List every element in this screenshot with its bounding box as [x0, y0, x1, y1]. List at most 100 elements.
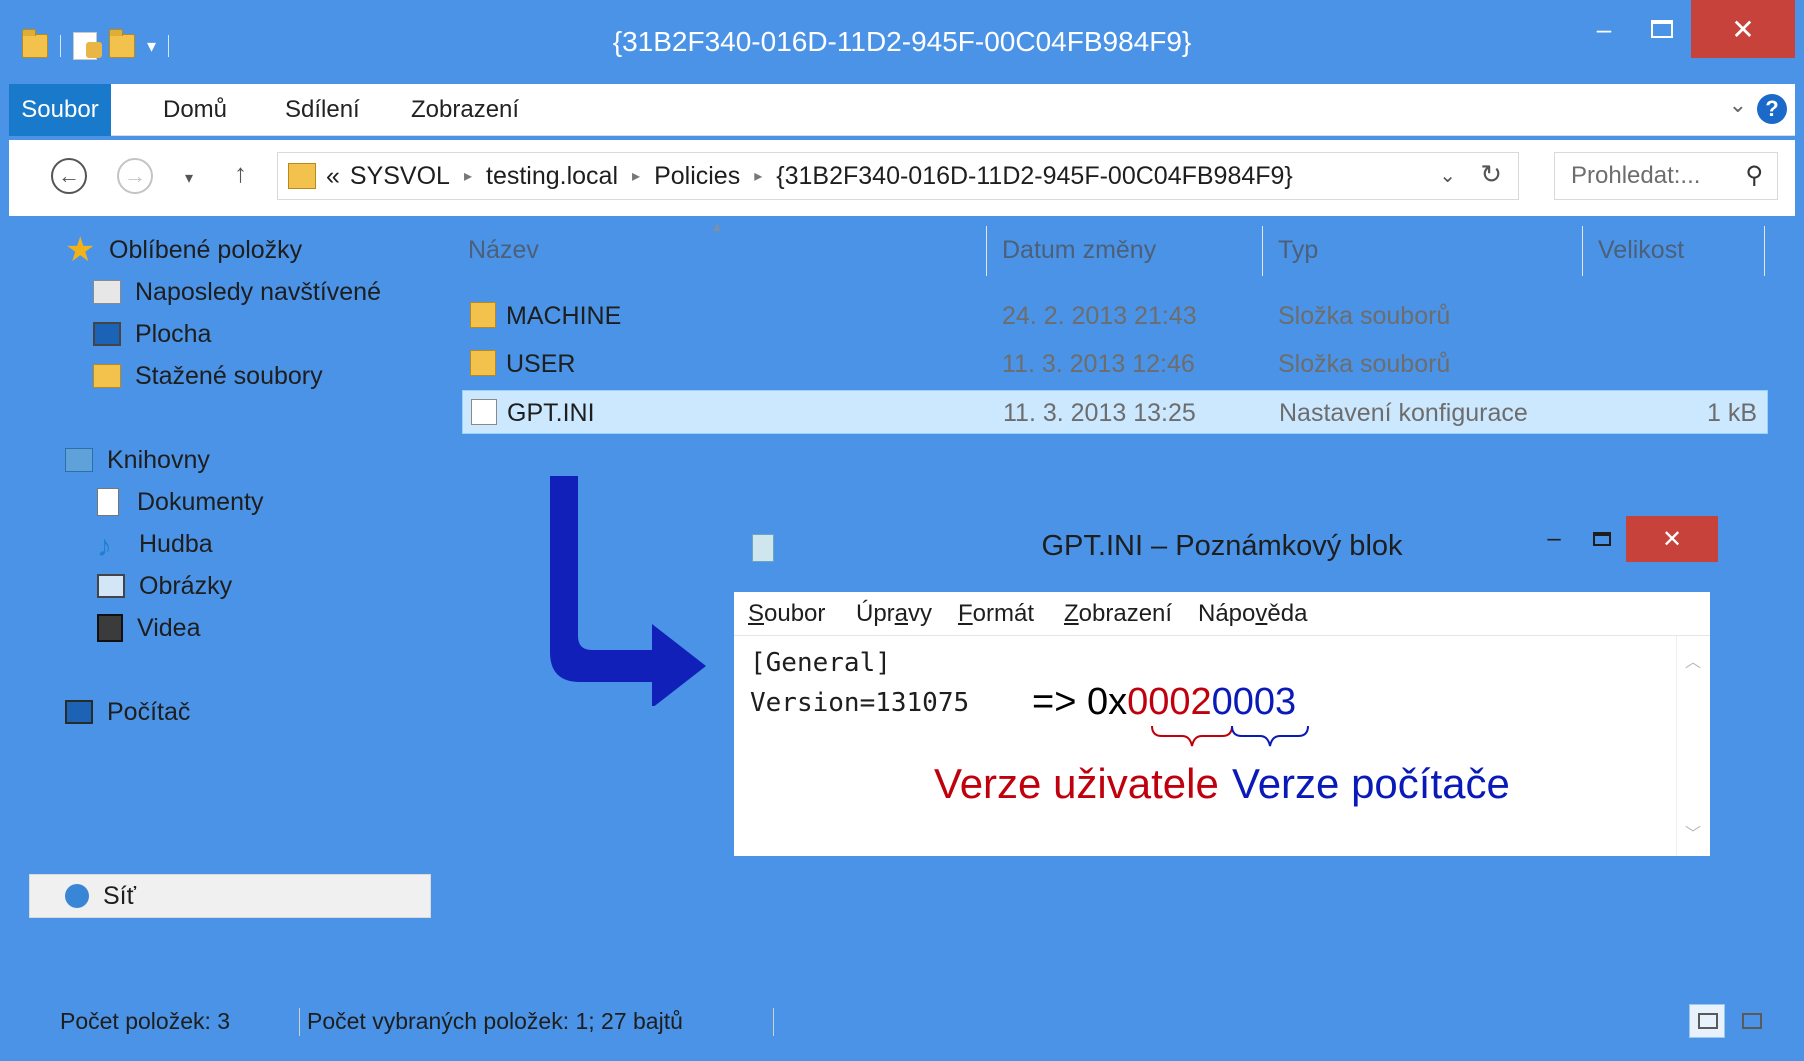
window-title: {31B2F340-016D-11D2-945F-00C04FB984F9} — [612, 26, 1192, 57]
folder-icon — [470, 350, 496, 376]
ribbon-tabs: Soubor Domů Sdílení Zobrazení ⌄ ? — [9, 84, 1795, 136]
menu-file[interactable]: Soubor — [748, 600, 825, 628]
item-count: Počet položek: 3 — [60, 1008, 231, 1034]
column-header-size[interactable]: Velikost — [1598, 236, 1684, 265]
star-icon: ★ — [65, 231, 96, 269]
column-header-name[interactable]: Název — [468, 236, 539, 265]
breadcrumb-policies[interactable]: Policies — [654, 162, 740, 191]
search-input[interactable]: Prohledat:... ⚲ — [1554, 152, 1778, 200]
address-dropdown-icon[interactable]: ⌄ — [1439, 163, 1456, 188]
column-divider[interactable] — [1582, 226, 1583, 276]
breadcrumb-sysvol[interactable]: SYSVOL — [350, 162, 450, 191]
close-button[interactable]: ✕ — [1691, 0, 1795, 58]
table-row[interactable]: MACHINE 24. 2. 2013 21:43 Složka souborů — [462, 294, 1768, 338]
file-size: 1 kB — [1706, 399, 1757, 427]
computer-icon — [65, 700, 93, 724]
overlay-arrow-icon — [550, 476, 706, 706]
vertical-scrollbar[interactable]: ︿ ﹀ — [1676, 636, 1710, 856]
nav-label: Hudba — [139, 529, 213, 558]
window-controls: – ✕ — [1575, 0, 1795, 58]
nav-recent-places[interactable]: Naposledy navštívené — [93, 272, 381, 312]
sort-ascending-icon: ▲ — [710, 218, 724, 234]
column-divider[interactable] — [1764, 226, 1765, 276]
table-row[interactable]: USER 11. 3. 2013 12:46 Složka souborů — [462, 342, 1768, 386]
notepad-close-button[interactable]: ✕ — [1626, 516, 1718, 562]
search-icon[interactable]: ⚲ — [1745, 161, 1763, 190]
back-button[interactable]: ← — [51, 158, 87, 194]
chevron-right-icon[interactable]: ▸ — [754, 166, 762, 186]
file-date: 24. 2. 2013 21:43 — [1002, 302, 1197, 330]
menu-format[interactable]: Formát — [958, 600, 1034, 628]
minimize-button[interactable]: – — [1575, 0, 1633, 58]
details-view-icon — [1698, 1013, 1718, 1029]
menu-view[interactable]: Zobrazení — [1064, 600, 1172, 628]
column-divider[interactable] — [1262, 226, 1263, 276]
nav-network[interactable]: Síť — [65, 876, 136, 916]
table-row-selected[interactable]: GPT.INI 11. 3. 2013 13:25 Nastavení konf… — [462, 390, 1768, 434]
breadcrumb-testing-local[interactable]: testing.local — [486, 162, 618, 191]
column-header-type[interactable]: Typ — [1278, 236, 1318, 265]
tab-file[interactable]: Soubor — [9, 84, 111, 136]
details-view-button[interactable] — [1689, 1004, 1725, 1038]
column-header-date[interactable]: Datum změny — [1002, 236, 1156, 265]
nav-favorites[interactable]: ★ Oblíbené položky — [65, 230, 302, 270]
forward-button[interactable]: → — [117, 158, 153, 194]
expand-ribbon-icon[interactable]: ⌄ — [1729, 92, 1747, 118]
notepad-maximize-button[interactable] — [1578, 516, 1626, 562]
refresh-icon[interactable]: ↻ — [1480, 159, 1502, 190]
column-divider[interactable] — [986, 226, 987, 276]
nav-computer[interactable]: Počítač — [65, 692, 190, 732]
nav-label: Síť — [103, 881, 136, 910]
tab-share[interactable]: Sdílení — [285, 96, 360, 124]
scroll-up-icon[interactable]: ︿ — [1685, 648, 1701, 672]
notepad-window: GPT.INI – Poznámkový blok – ✕ Soubor Úpr… — [716, 516, 1728, 870]
computer-version-brace — [1231, 725, 1309, 747]
menu-label: Úpr — [856, 600, 895, 627]
text-line: Version=131075 — [750, 688, 970, 718]
notepad-minimize-button[interactable]: – — [1530, 516, 1578, 562]
nav-downloads[interactable]: Stažené soubory — [93, 356, 323, 396]
computer-version-label: Verze počítače — [1232, 760, 1510, 807]
user-version-brace — [1151, 725, 1233, 747]
breadcrumb-guid-folder[interactable]: {31B2F340-016D-11D2-945F-00C04FB984F9} — [776, 162, 1293, 191]
nav-desktop[interactable]: Plocha — [93, 314, 211, 354]
nav-pictures[interactable]: Obrázky — [97, 566, 232, 606]
maximize-button[interactable] — [1633, 0, 1691, 58]
file-name: GPT.INI — [507, 399, 595, 427]
title-bar: ▾ {31B2F340-016D-11D2-945F-00C04FB984F9}… — [0, 0, 1804, 96]
up-button[interactable]: ↑ — [234, 158, 247, 189]
recent-locations-icon[interactable]: ▾ — [185, 168, 193, 188]
breadcrumb-overflow[interactable]: « — [326, 162, 340, 191]
scroll-down-icon[interactable]: ﹀ — [1685, 820, 1701, 844]
menu-edit[interactable]: Úpravy — [856, 600, 932, 628]
nav-videos[interactable]: Videa — [97, 608, 201, 648]
search-placeholder: Prohledat:... — [1571, 162, 1701, 189]
menu-help[interactable]: Nápověda — [1198, 600, 1307, 628]
hex-annotation: => 0x00020003 — [1032, 681, 1296, 724]
maximize-icon — [1593, 532, 1611, 546]
menu-accelerator: S — [748, 600, 765, 627]
notepad-text-area[interactable]: [General] Version=131075 => 0x00020003 V… — [734, 636, 1710, 856]
status-divider — [299, 1008, 300, 1036]
selection-info: Počet vybraných položek: 1; 27 bajtů — [307, 1008, 683, 1034]
tab-view[interactable]: Zobrazení — [411, 96, 519, 124]
folder-icon — [470, 302, 496, 328]
address-bar[interactable]: « SYSVOL ▸ testing.local ▸ Policies ▸ {3… — [277, 152, 1519, 200]
nav-music[interactable]: ♪ Hudba — [97, 524, 213, 564]
file-date: 11. 3. 2013 13:25 — [1003, 399, 1196, 427]
menu-accelerator: Z — [1064, 600, 1079, 627]
nav-libraries[interactable]: Knihovny — [65, 440, 210, 480]
tab-home[interactable]: Domů — [163, 96, 227, 124]
folder-icon — [288, 163, 316, 189]
chevron-right-icon[interactable]: ▸ — [632, 166, 640, 186]
chevron-right-icon[interactable]: ▸ — [464, 166, 472, 186]
nav-label: Stažené soubory — [135, 361, 323, 390]
help-icon[interactable]: ? — [1757, 94, 1787, 124]
menu-accelerator: a — [894, 600, 909, 627]
large-icons-view-button[interactable] — [1733, 1004, 1769, 1038]
notepad-menu-bar: Soubor Úpravy Formát Zobrazení Nápověda — [734, 592, 1710, 636]
music-icon: ♪ — [97, 530, 112, 563]
pictures-icon — [97, 574, 125, 598]
status-divider — [773, 1008, 774, 1036]
nav-documents[interactable]: Dokumenty — [97, 482, 263, 522]
